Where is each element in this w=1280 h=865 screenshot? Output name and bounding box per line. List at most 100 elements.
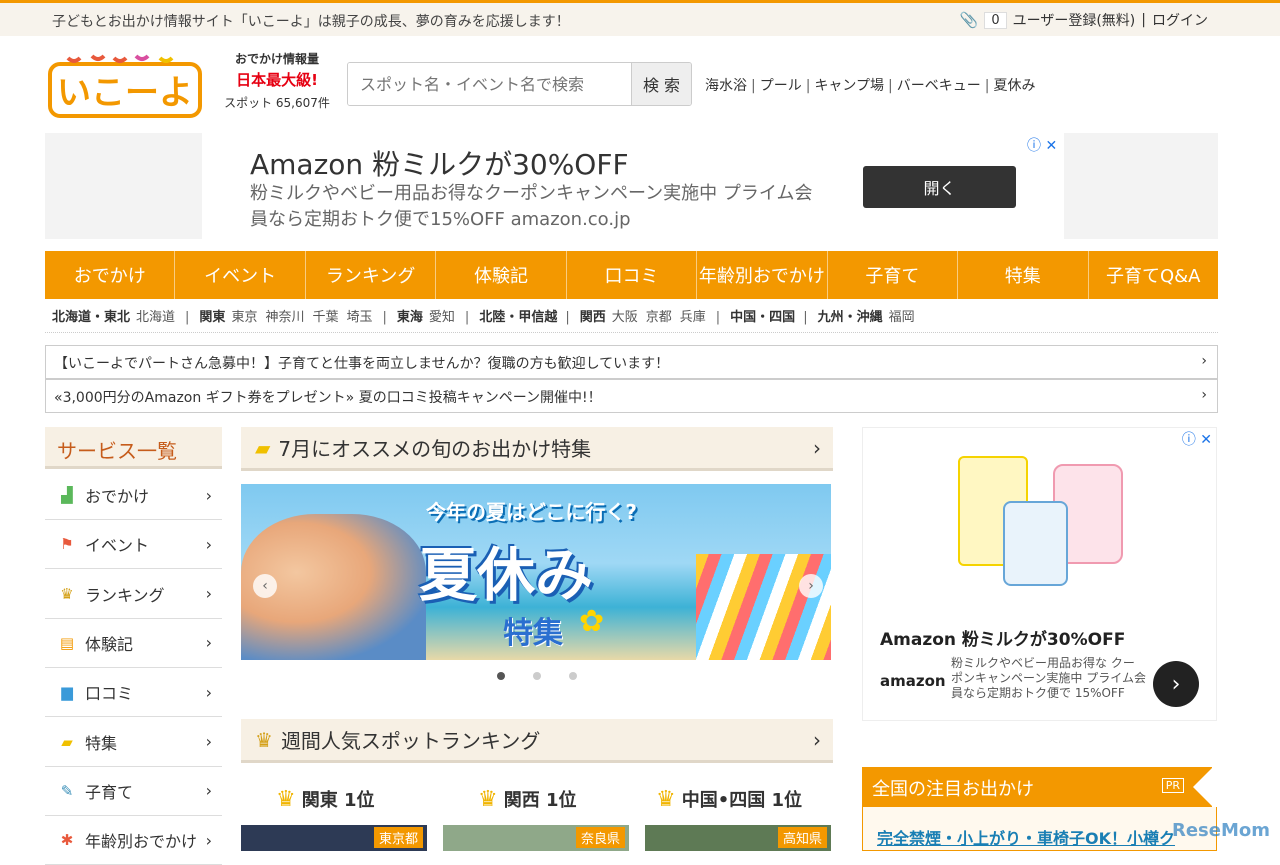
nav-ranking[interactable]: ランキング [306,251,436,299]
crown-icon: ♛ [478,787,498,812]
sidebar-item[interactable]: ✱年齢別おでかけ› [45,816,222,865]
carousel-dot[interactable] [569,672,577,680]
ranking-header[interactable]: ♛ 週間人気スポットランキング › [241,719,833,763]
nav-qa[interactable]: 子育てQ&A [1089,251,1218,299]
sidebar-item-label: 年齢別おでかけ [85,828,197,852]
hot-link-camp[interactable]: キャンプ場 [814,78,884,94]
region-city[interactable]: 福岡 [889,310,915,325]
adchoice-icon[interactable]: ⓘ ✕ [1027,135,1057,155]
search-input[interactable] [348,63,631,105]
sidebar-item-label: 特集 [85,730,117,754]
nav-review[interactable]: 口コミ [567,251,697,299]
hot-links: 海水浴|プール|キャンプ場|バーベキュー|夏休み [705,75,1035,95]
region-city[interactable]: 兵庫 [680,310,706,325]
chevron-right-icon: › [1201,387,1207,403]
nav-odekake[interactable]: おでかけ [45,251,175,299]
crown-icon: ♛ [255,728,273,752]
region-city[interactable]: 京都 [646,310,672,325]
chevron-right-icon: › [206,486,212,505]
pickup-title: 全国の注目お出かけ [872,779,1034,800]
logo-text: いこーよ [57,73,193,113]
carousel-dot[interactable] [533,672,541,680]
hot-link-pool[interactable]: プール [760,78,802,94]
info-line2: 日本最大級! [222,69,332,90]
region-name[interactable]: 北陸・甲信越 [479,310,557,325]
notice-text: 【いこーよでパートさん急募中！】子育てと仕事を両立しませんか？復職の方も歓迎して… [54,356,669,372]
ad-description: 粉ミルクやベビー用品お得なクーポンキャンペーン実施中 プライム会員なら定期おトク… [250,181,820,233]
rank-kansai[interactable]: ♛関西 1位 [478,786,577,812]
adchoice-icon[interactable]: ⓘ ✕ [1182,429,1212,449]
notice-campaign[interactable]: «3,000円分のAmazon ギフト券をプレゼント» 夏の口コミ投稿キャンペー… [45,379,1218,413]
sidebar-item[interactable]: ⚑イベント› [45,520,222,569]
sidebar-item[interactable]: ▆口コミ› [45,668,222,717]
carousel-next-icon[interactable]: › [799,574,823,598]
carousel-prev-icon[interactable]: ‹ [253,574,277,598]
region-city[interactable]: 愛知 [429,310,455,325]
region-name[interactable]: 関西 [580,310,606,325]
site-logo[interactable]: いこーよ [48,50,202,118]
chevron-right-icon: › [206,781,212,800]
side-ad[interactable]: Amazon 粉ミルクが30%OFF amazon 粉ミルクやベビー用品お得な … [862,427,1217,721]
amazon-logo: amazon [880,672,946,690]
nav-report[interactable]: 体験記 [436,251,566,299]
waterslide-photo [696,554,831,660]
notice-text: «3,000円分のAmazon ギフト券をプレゼント» 夏の口コミ投稿キャンペー… [54,390,602,406]
pickup-link[interactable]: 完全禁煙・小上がり・車椅子OK！小樽ク [877,825,1175,849]
rank-chugoku[interactable]: ♛中国•四国 1位 [656,786,802,812]
rank-image-nara[interactable]: 奈良県 [443,825,629,851]
region-city[interactable]: 北海道 [136,310,175,325]
chevron-right-icon: › [1201,353,1207,369]
ad-title[interactable]: Amazon 粉ミルクが30%OFF [250,143,629,183]
region-city[interactable]: 大阪 [612,310,638,325]
sidebar-item-label: ランキング [85,582,165,606]
region-name[interactable]: 中国・四国 [730,310,795,325]
region-name[interactable]: 北海道・東北 [52,310,130,325]
banner-line2: 夏休み [419,528,593,612]
region-city[interactable]: 東京 [231,310,257,325]
rank-kanto[interactable]: ♛関東 1位 [276,786,375,812]
sidebar-item[interactable]: ▟おでかけ› [45,471,222,520]
feature-banner[interactable]: 今年の夏はどこに行く? 夏休み 特集 ✿ ‹ › [241,484,831,660]
chevron-right-icon[interactable]: › [1153,661,1199,707]
notice-recruit[interactable]: 【いこーよでパートさん急募中！】子育てと仕事を両立しませんか？復職の方も歓迎して… [45,345,1218,379]
sidebar-item-icon: ♛ [57,585,77,603]
feature-header[interactable]: ▰ 7月にオススメの旬のお出かけ特集 › [241,427,833,471]
clip-icon[interactable]: 📎 [960,11,979,29]
region-name[interactable]: 九州・沖縄 [818,310,883,325]
region-name[interactable]: 関東 [199,310,225,325]
info-line1: おでかけ情報量 [222,50,332,67]
rank-image-tokyo[interactable]: 東京都 [241,825,427,851]
sidebar-item[interactable]: ▤体験記› [45,619,222,668]
region-city[interactable]: 神奈川 [265,310,304,325]
login-link[interactable]: ログイン [1152,10,1208,30]
separator: | [803,310,807,325]
search-form: 検 索 [347,62,692,106]
register-link[interactable]: ユーザー登録(無料) [1013,10,1136,30]
hot-link-bbq[interactable]: バーベキュー [897,78,981,94]
feature-title: 7月にオススメの旬のお出かけ特集 [278,433,591,462]
nav-parenting[interactable]: 子育て [828,251,958,299]
region-city[interactable]: 埼玉 [346,310,372,325]
ribbon-notch [1193,767,1213,807]
sidebar-item[interactable]: ▰特集› [45,718,222,767]
sidebar-item[interactable]: ♛ランキング› [45,570,222,619]
ad-open-button[interactable]: 開く [863,166,1016,208]
nav-event[interactable]: イベント [175,251,305,299]
nav-feature[interactable]: 特集 [958,251,1088,299]
carousel-dot[interactable] [497,672,505,680]
search-button[interactable]: 検 索 [631,63,691,105]
region-name[interactable]: 東海 [397,310,423,325]
region-city[interactable]: 千葉 [312,310,338,325]
sidebar-item[interactable]: ✎子育て› [45,767,222,816]
crown-icon: ♛ [276,787,296,812]
crown-icon: ♛ [656,787,676,812]
hot-link-summer[interactable]: 夏休み [993,78,1035,94]
pref-badge: 高知県 [778,827,827,848]
rank-image-kochi[interactable]: 高知県 [645,825,831,851]
product-image [958,456,1123,606]
chevron-right-icon: › [813,436,821,460]
separator: | [716,310,720,325]
nav-by-age[interactable]: 年齢別おでかけ [697,251,827,299]
hot-link-beach[interactable]: 海水浴 [705,78,747,94]
rank-label: 中国•四国 1位 [682,786,802,812]
